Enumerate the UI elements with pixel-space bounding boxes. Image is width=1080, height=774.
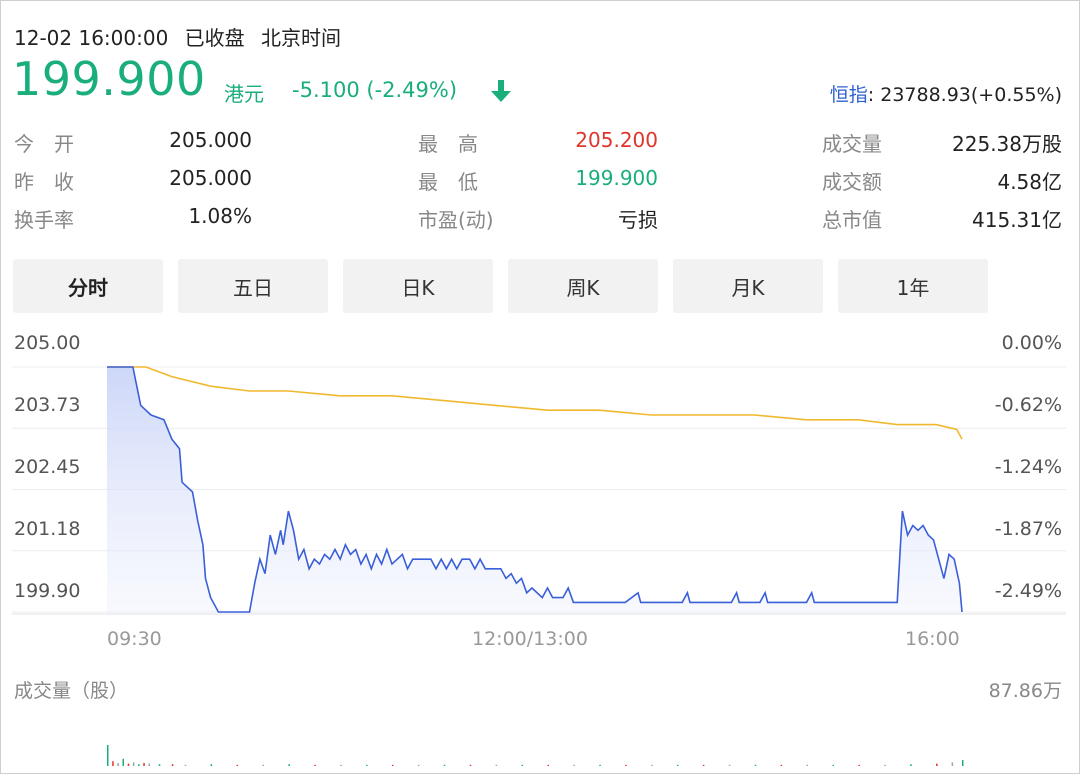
volume-bar bbox=[392, 764, 394, 766]
currency-label: 港元 bbox=[224, 82, 264, 106]
volume-bars bbox=[107, 745, 964, 766]
volume-bar bbox=[288, 764, 290, 766]
volume-bar bbox=[547, 764, 549, 766]
volume-bar bbox=[910, 764, 912, 766]
stat-value: 225.38万股 bbox=[952, 132, 1062, 156]
stat-value: 205.000 bbox=[169, 128, 252, 152]
volume-bar bbox=[832, 764, 834, 766]
pct-tick-label: -2.49% bbox=[994, 580, 1062, 602]
y-tick-label: 202.45 bbox=[14, 456, 81, 478]
volume-bar bbox=[962, 760, 964, 766]
price-area bbox=[107, 367, 962, 614]
current-price: 199.900 bbox=[12, 52, 206, 106]
market-status: 已收盘 bbox=[184, 26, 245, 50]
stat-value: 4.58亿 bbox=[997, 170, 1062, 194]
stat-value: 205.200 bbox=[575, 128, 658, 152]
price-area-fill bbox=[107, 367, 962, 614]
pct-tick-label: -1.24% bbox=[994, 456, 1062, 478]
volume-bar bbox=[651, 764, 653, 766]
volume-bar bbox=[117, 763, 119, 766]
pct-tick-label: 0.00% bbox=[1001, 332, 1062, 354]
stat-label: 成交量 bbox=[822, 132, 882, 156]
timezone-label: 北京时间 bbox=[261, 26, 342, 50]
stat-label: 市盈(动) bbox=[418, 208, 494, 232]
y-tick-label: 205.00 bbox=[14, 332, 81, 354]
tab-intraday[interactable]: 分时 bbox=[13, 259, 163, 313]
tab-monthly-k[interactable]: 月K bbox=[673, 259, 823, 313]
y-tick-label: 199.90 bbox=[14, 580, 81, 602]
pct-tick-label: -0.62% bbox=[994, 394, 1062, 416]
volume-label: 成交量（股） bbox=[14, 680, 129, 702]
x-tick-label: 12:00/13:00 bbox=[472, 628, 588, 650]
volume-bar bbox=[599, 764, 601, 766]
volume-bar bbox=[702, 764, 705, 766]
tab-daily-k[interactable]: 日K bbox=[343, 259, 493, 313]
volume-max-label: 87.86万 bbox=[988, 680, 1062, 702]
volume-bar bbox=[677, 764, 679, 766]
stat-label: 昨 收 bbox=[14, 170, 74, 194]
index-value: : 23788.93(+0.55%) bbox=[867, 84, 1062, 106]
volume-bar bbox=[314, 764, 316, 766]
volume-bar bbox=[417, 764, 420, 766]
volume-bar bbox=[573, 764, 575, 766]
index-quote[interactable]: 恒指: 23788.93(+0.55%) bbox=[830, 80, 1062, 107]
stat-label: 今 开 bbox=[14, 132, 74, 156]
volume-bar bbox=[138, 764, 140, 766]
volume-bar bbox=[122, 758, 124, 766]
tab-weekly-k[interactable]: 周K bbox=[508, 259, 658, 313]
volume-bar bbox=[754, 764, 757, 766]
volume-bar bbox=[469, 764, 472, 766]
volume-bar bbox=[366, 764, 368, 766]
volume-bar bbox=[127, 763, 130, 766]
volume-bar bbox=[884, 764, 886, 766]
volume-bar bbox=[184, 764, 187, 766]
volume-bar bbox=[728, 764, 731, 766]
y-tick-label: 201.18 bbox=[14, 518, 81, 540]
stat-value: 199.900 bbox=[575, 166, 658, 190]
volume-bar bbox=[806, 764, 808, 766]
volume-bar bbox=[158, 764, 161, 766]
y-tick-label: 203.73 bbox=[14, 394, 81, 416]
x-tick-label: 09:30 bbox=[107, 628, 162, 650]
volume-bar bbox=[132, 762, 135, 766]
volume-bar bbox=[236, 764, 238, 766]
stat-label: 最 高 bbox=[418, 132, 478, 156]
volume-bar bbox=[625, 764, 627, 766]
volume-bar bbox=[495, 764, 498, 766]
index-name: 恒指 bbox=[829, 84, 868, 106]
stat-label: 换手率 bbox=[14, 208, 74, 232]
stat-label: 总市值 bbox=[822, 208, 882, 232]
volume-bar bbox=[443, 764, 446, 766]
stat-value: 亏损 bbox=[618, 208, 658, 232]
timestamp: 12-02 16:00:00 bbox=[14, 26, 169, 50]
arrow-down-icon bbox=[491, 80, 511, 102]
volume-bar bbox=[148, 763, 150, 766]
volume-bar bbox=[951, 762, 954, 766]
tab-five-day[interactable]: 五日 bbox=[178, 259, 328, 313]
stat-value: 205.000 bbox=[169, 166, 252, 190]
volume-bar bbox=[936, 763, 938, 766]
volume-bar bbox=[171, 764, 174, 766]
quote-timestamp-line: 12-02 16:00:00 已收盘 北京时间 bbox=[14, 22, 341, 51]
intraday-chart[interactable] bbox=[0, 330, 1080, 774]
volume-bar bbox=[112, 761, 114, 766]
stat-label: 成交额 bbox=[822, 170, 882, 194]
stat-label: 最 低 bbox=[418, 170, 478, 194]
stat-value: 1.08% bbox=[188, 204, 252, 228]
price-change: -5.100 (-2.49%) bbox=[292, 78, 458, 102]
volume-bar bbox=[340, 764, 342, 766]
volume-bar bbox=[107, 745, 109, 766]
volume-bar bbox=[780, 764, 783, 766]
volume-bar bbox=[262, 764, 264, 766]
volume-bar bbox=[210, 764, 213, 766]
tab-one-year[interactable]: 1年 bbox=[838, 259, 988, 313]
volume-bar bbox=[521, 764, 523, 766]
stat-value: 415.31亿 bbox=[972, 208, 1062, 232]
x-tick-label: 16:00 bbox=[905, 628, 960, 650]
volume-bar bbox=[858, 764, 860, 766]
volume-bar bbox=[143, 763, 145, 766]
pct-tick-label: -1.87% bbox=[994, 518, 1062, 540]
